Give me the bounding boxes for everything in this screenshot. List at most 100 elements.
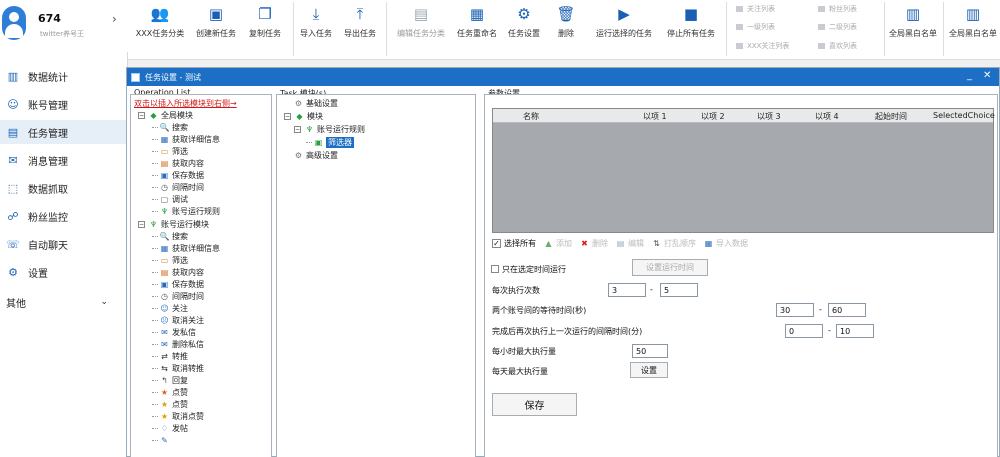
fans-list-button[interactable]: 粉丝列表 — [818, 4, 857, 14]
select-all-checkbox[interactable]: ✓ 选择所有 — [492, 238, 536, 249]
gear-icon: ⚙ — [294, 151, 303, 160]
collapse-icon[interactable]: − — [294, 126, 301, 133]
follow-list-button[interactable]: 关注列表 — [736, 4, 775, 14]
tree-item[interactable]: ↰ 回复 — [152, 375, 188, 386]
tree-item[interactable]: ◷ 间隔时间 — [152, 182, 204, 193]
toolbar-separator — [884, 2, 885, 56]
each-max-input[interactable]: 5 — [660, 283, 698, 297]
tree-item[interactable]: ★ 点赞 — [152, 387, 188, 398]
hourly-input[interactable]: 50 — [632, 344, 668, 358]
collapse-icon[interactable]: − — [284, 113, 291, 120]
task-category-button[interactable]: 👥 XXX任务分类 — [132, 0, 188, 60]
copy-task-button[interactable]: ❐ 复制任务 — [242, 0, 288, 60]
sidebar-item-messages[interactable]: ✉ 消息管理 — [0, 148, 128, 172]
sidebar-item-chat[interactable]: ☏ 自动聊天 — [0, 232, 128, 256]
tree-node-basic[interactable]: ⚙ 基础设置 — [294, 98, 338, 109]
collapse-icon[interactable]: − — [138, 112, 145, 119]
tree-node-modules[interactable]: − ◆ 模块 — [284, 111, 323, 122]
delete-task-button[interactable]: 🗑 删除 — [548, 0, 584, 60]
task-modules-tree[interactable] — [276, 94, 476, 457]
rule-icon: ♆ — [305, 125, 314, 134]
collapse-icon[interactable]: − — [138, 221, 145, 228]
tree-item[interactable]: ✉ 发私信 — [152, 327, 196, 338]
tree-item[interactable]: ♢ 发帖 — [152, 423, 188, 434]
sidebar-item-other[interactable]: 其他 ⌄ — [0, 290, 128, 314]
set-run-time-button[interactable]: 设置运行时间 — [632, 259, 708, 276]
tree-item[interactable]: ▭ 筛选 — [152, 255, 188, 266]
tree-item[interactable]: ✉ 删除私信 — [152, 339, 204, 350]
run-selected-button[interactable]: ▶ 运行选择的任务 — [590, 0, 658, 60]
parameter-grid[interactable]: 名称 以项 1 以项 2 以项 3 以项 4 起始时间 SelectedChoi… — [492, 108, 995, 233]
tree-node-advanced[interactable]: ⚙ 高级设置 — [294, 150, 338, 161]
grid-col[interactable]: 名称 — [523, 111, 539, 122]
tree-item[interactable]: ◷ 间隔时间 — [152, 291, 204, 302]
interval-min-input[interactable]: 30 — [776, 303, 814, 317]
create-task-button[interactable]: ▣ 创建新任务 — [190, 0, 242, 60]
chevron-right-icon[interactable]: › — [112, 12, 117, 26]
tree-item[interactable]: ☹ 取消关注 — [152, 315, 204, 326]
sidebar-item-monitor[interactable]: ☍ 粉丝监控 — [0, 204, 128, 228]
tree-item[interactable]: ▣ 保存数据 — [152, 170, 204, 181]
tree-item[interactable]: ▢ 调试 — [152, 194, 188, 205]
sidebar-item-grab[interactable]: ⬚ 数据抓取 — [0, 176, 128, 200]
tree-group-account[interactable]: − ♆ 账号运行模块 — [138, 219, 209, 230]
add-row-button[interactable]: ▲ 添加 — [544, 238, 572, 249]
copy-icon: ❐ — [258, 5, 272, 23]
shuffle-button[interactable]: ⇅ 打乱顺序 — [652, 238, 696, 249]
rest-min-input[interactable]: 0 — [785, 324, 823, 338]
grid-col[interactable]: 以项 4 — [815, 111, 839, 122]
tree-item[interactable]: 🔍 搜索 — [152, 231, 188, 242]
tree-item[interactable]: ▤ 获取内容 — [152, 267, 204, 278]
grid-col[interactable]: 起始时间 — [875, 111, 907, 122]
tree-item[interactable]: ♆ 账号运行规则 — [152, 206, 220, 217]
schedule-checkbox[interactable] — [491, 265, 499, 273]
sidebar-item-tasks[interactable]: ▤ 任务管理 — [0, 120, 128, 144]
sidebar-item-settings[interactable]: ⚙ 设置 — [0, 260, 128, 284]
task-settings-button[interactable]: ⚙ 任务设置 — [502, 0, 546, 60]
tree-item[interactable]: ▭ 筛选 — [152, 146, 188, 157]
tree-item[interactable]: ⇄ 转推 — [152, 351, 188, 362]
minimize-icon[interactable]: _ — [967, 70, 972, 81]
tree-item[interactable]: ▤ 获取内容 — [152, 158, 204, 169]
import-data-button[interactable]: ▦ 导入数据 — [704, 238, 748, 249]
grid-col[interactable]: 以项 3 — [757, 111, 781, 122]
tree-group-global[interactable]: − ◆ 全局模块 — [138, 110, 193, 121]
tree-item[interactable]: 🔍 搜索 — [152, 122, 188, 133]
user-panel[interactable]: 674 twitter养号王 › — [0, 0, 128, 52]
rest-max-input[interactable]: 10 — [836, 324, 874, 338]
global-whitelist-button[interactable]: ▥ 全局黑白名单 — [946, 0, 1000, 60]
tree-item[interactable]: ⇆ 取消转推 — [152, 363, 204, 374]
tree-item[interactable]: ☺ 关注 — [152, 303, 188, 314]
level2-list-button[interactable]: 二级列表 — [818, 22, 857, 32]
edit-row-button[interactable]: ▤ 编辑 — [616, 238, 644, 249]
level1-list-button[interactable]: 一级列表 — [736, 22, 775, 32]
stop-all-button[interactable]: ■ 停止所有任务 — [660, 0, 722, 60]
grid-col[interactable]: 以项 1 — [643, 111, 667, 122]
each-min-input[interactable]: 3 — [608, 283, 646, 297]
close-icon[interactable]: ✕ — [983, 70, 991, 81]
sidebar-item-accounts[interactable]: ☺ 账号管理 — [0, 92, 128, 116]
tree-item[interactable]: ★ 取消点赞 — [152, 411, 204, 422]
user-subtitle: twitter养号王 — [40, 30, 85, 38]
grid-col[interactable]: SelectedChoice — [933, 111, 995, 120]
grid-col[interactable]: 以项 2 — [701, 111, 725, 122]
tree-node-account-rule[interactable]: − ♆ 账号运行规则 — [294, 124, 365, 135]
tree-node-filter[interactable]: ▣ 筛选器 — [306, 137, 354, 148]
xxx-follow-list-button[interactable]: XXX关注列表 — [736, 41, 789, 51]
export-task-button[interactable]: ⤒ 导出任务 — [338, 0, 382, 60]
global-blacklist-button[interactable]: ▥ 全局黑白名单 — [886, 0, 940, 60]
tree-item[interactable]: ▣ 保存数据 — [152, 279, 204, 290]
tree-item[interactable]: ▦ 获取详细信息 — [152, 243, 220, 254]
delete-row-button[interactable]: ✖ 删除 — [580, 238, 608, 249]
save-button[interactable]: 保存 — [492, 393, 577, 416]
edit-category-button[interactable]: ▤ 编辑任务分类 — [390, 0, 452, 60]
tree-item[interactable]: ★ 点赞 — [152, 399, 188, 410]
daily-settings-button[interactable]: 设置 — [630, 362, 668, 378]
tree-item[interactable]: ▦ 获取详细信息 — [152, 134, 220, 145]
interval-max-input[interactable]: 60 — [828, 303, 866, 317]
import-task-button[interactable]: ⤓ 导入任务 — [294, 0, 338, 60]
likes-list-button[interactable]: 喜欢列表 — [818, 41, 857, 51]
tree-item[interactable]: ✎ — [152, 435, 172, 446]
sidebar-item-stats[interactable]: ▥ 数据统计 — [0, 64, 128, 88]
rename-task-button[interactable]: ▦ 任务重命名 — [454, 0, 500, 60]
